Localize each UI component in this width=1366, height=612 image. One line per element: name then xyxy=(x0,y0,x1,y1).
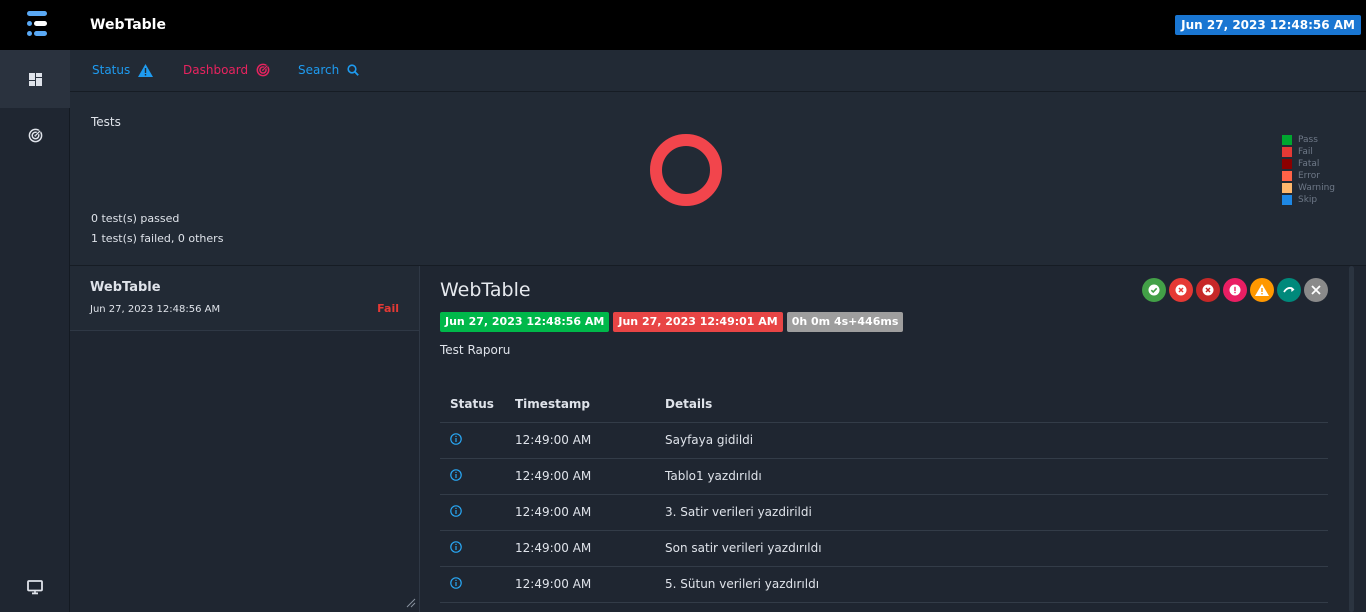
warning-filter-icon[interactable] xyxy=(1250,278,1274,302)
clear-filter-icon[interactable] xyxy=(1304,278,1328,302)
legend-item[interactable]: Warning xyxy=(1282,182,1335,194)
test-item-status: Fail xyxy=(377,302,399,315)
log-status-cell xyxy=(440,566,505,603)
legend-label: Warning xyxy=(1298,183,1336,193)
log-timestamp-cell: 12:49:00 AM xyxy=(505,422,655,459)
fail-filter-icon[interactable] xyxy=(1169,278,1193,302)
legend-label: Fatal xyxy=(1298,159,1320,169)
log-status-cell xyxy=(440,494,505,531)
info-icon xyxy=(450,540,462,553)
col-details-header: Details xyxy=(655,386,1328,423)
search-icon xyxy=(347,64,360,76)
log-row: 12:49:00 AM Tablo1 yazdırıldı xyxy=(440,458,1328,495)
fatal-filter-icon[interactable] xyxy=(1196,278,1220,302)
report-date-badge: Jun 27, 2023 12:48:56 AM xyxy=(1175,15,1361,35)
nav-search[interactable]: Search xyxy=(298,63,360,77)
skip-filter-icon[interactable] xyxy=(1277,278,1301,302)
donut-fail-segment xyxy=(650,134,722,206)
log-details-cell: Son satir verileri yazdırıldı xyxy=(655,530,1328,567)
test-detail-panel: WebTable Jun 27, 2023 12:48:56 AM Jun 27… xyxy=(420,266,1366,612)
detail-scrollbar[interactable] xyxy=(1349,266,1354,612)
detail-badges: Jun 27, 2023 12:48:56 AM Jun 27, 2023 12… xyxy=(440,312,904,332)
chart-legend: Pass Fail Fatal Error Warning Skip xyxy=(1282,134,1335,206)
legend-swatch xyxy=(1282,195,1292,205)
tests-passed-count: 0 test(s) passed xyxy=(91,212,180,225)
log-row: 12:49:00 AM 3. Satir verileri yazdirildi xyxy=(440,494,1328,531)
test-item-date: Jun 27, 2023 12:48:56 AM xyxy=(90,304,221,315)
log-timestamp-cell: 12:49:00 AM xyxy=(505,458,655,495)
legend-swatch xyxy=(1282,183,1292,193)
radar-icon xyxy=(256,63,270,77)
monitor-icon xyxy=(27,579,43,594)
log-status-cell xyxy=(440,530,505,567)
info-icon xyxy=(450,432,462,445)
log-row: 12:49:00 AM 5. Sütun verileri yazdırıldı xyxy=(440,566,1328,603)
error-filter-icon[interactable] xyxy=(1223,278,1247,302)
end-time-badge: Jun 27, 2023 12:49:01 AM xyxy=(613,312,783,332)
log-details-cell: Sayfaya gidildi xyxy=(655,422,1328,459)
tests-title: Tests xyxy=(91,115,121,129)
top-bar: WebTable Jun 27, 2023 12:48:56 AM xyxy=(0,0,1366,50)
rail-item-dashboard[interactable] xyxy=(0,106,70,164)
nav-bar: Status Dashboard Search xyxy=(70,50,1366,92)
legend-label: Skip xyxy=(1298,195,1318,205)
log-row: 12:49:00 AM Son satir verileri yazdırıldı xyxy=(440,530,1328,567)
legend-label: Error xyxy=(1298,171,1320,181)
rail-item-environment[interactable] xyxy=(0,558,70,612)
rail-item-tests[interactable] xyxy=(0,50,70,108)
col-status-header: Status xyxy=(440,386,505,423)
duration-badge: 0h 0m 4s+446ms xyxy=(786,312,904,332)
legend-item[interactable]: Fatal xyxy=(1282,158,1335,170)
log-header-row: Status Timestamp Details xyxy=(440,386,1328,423)
legend-label: Fail xyxy=(1298,147,1313,157)
log-table: Status Timestamp Details 12:49:00 AM Sayf… xyxy=(440,386,1328,603)
info-icon xyxy=(450,504,462,517)
pass-filter-icon[interactable] xyxy=(1142,278,1166,302)
legend-item[interactable]: Error xyxy=(1282,170,1335,182)
status-filter-icons xyxy=(1142,278,1328,302)
dashboard-grid-icon xyxy=(28,72,42,86)
left-rail xyxy=(0,50,70,612)
log-row: 12:49:00 AM Sayfaya gidildi xyxy=(440,422,1328,459)
col-timestamp-header: Timestamp xyxy=(505,386,655,423)
log-status-cell xyxy=(440,422,505,459)
log-details-cell: 3. Satir verileri yazdirildi xyxy=(655,494,1328,531)
legend-label: Pass xyxy=(1298,135,1318,145)
nav-status-label: Status xyxy=(92,63,131,77)
test-item-name: WebTable xyxy=(90,280,161,295)
nav-dashboard-label: Dashboard xyxy=(183,63,249,77)
detail-description: Test Raporu xyxy=(440,343,511,357)
legend-item[interactable]: Pass xyxy=(1282,134,1335,146)
nav-status[interactable]: Status xyxy=(92,63,154,77)
log-details-cell: Tablo1 yazdırıldı xyxy=(655,458,1328,495)
info-icon xyxy=(450,576,462,589)
log-timestamp-cell: 12:49:00 AM xyxy=(505,530,655,567)
resize-grip-icon[interactable] xyxy=(406,598,416,608)
legend-swatch xyxy=(1282,135,1292,145)
test-list: WebTable Jun 27, 2023 12:48:56 AM Fail xyxy=(70,266,420,612)
log-status-cell xyxy=(440,458,505,495)
detail-title: WebTable xyxy=(440,279,531,301)
log-timestamp-cell: 12:49:00 AM xyxy=(505,494,655,531)
tests-summary-panel: Tests 0 test(s) passed 1 test(s) failed,… xyxy=(70,92,1366,266)
legend-swatch xyxy=(1282,147,1292,157)
warning-triangle-icon xyxy=(138,63,154,77)
start-time-badge: Jun 27, 2023 12:48:56 AM xyxy=(440,312,610,332)
radar-icon xyxy=(28,128,42,142)
nav-dashboard[interactable]: Dashboard xyxy=(183,63,270,77)
extent-logo-icon[interactable] xyxy=(27,11,49,37)
legend-swatch xyxy=(1282,159,1292,169)
test-list-item[interactable]: WebTable Jun 27, 2023 12:48:56 AM Fail xyxy=(70,266,419,331)
info-icon xyxy=(450,468,462,481)
log-timestamp-cell: 12:49:00 AM xyxy=(505,566,655,603)
app-title: WebTable xyxy=(90,17,166,33)
legend-item[interactable]: Fail xyxy=(1282,146,1335,158)
nav-search-label: Search xyxy=(298,63,340,77)
log-details-cell: 5. Sütun verileri yazdırıldı xyxy=(655,566,1328,603)
tests-donut-chart xyxy=(650,134,722,206)
legend-item[interactable]: Skip xyxy=(1282,194,1335,206)
tests-failed-count: 1 test(s) failed, 0 others xyxy=(91,232,224,245)
legend-swatch xyxy=(1282,171,1292,181)
